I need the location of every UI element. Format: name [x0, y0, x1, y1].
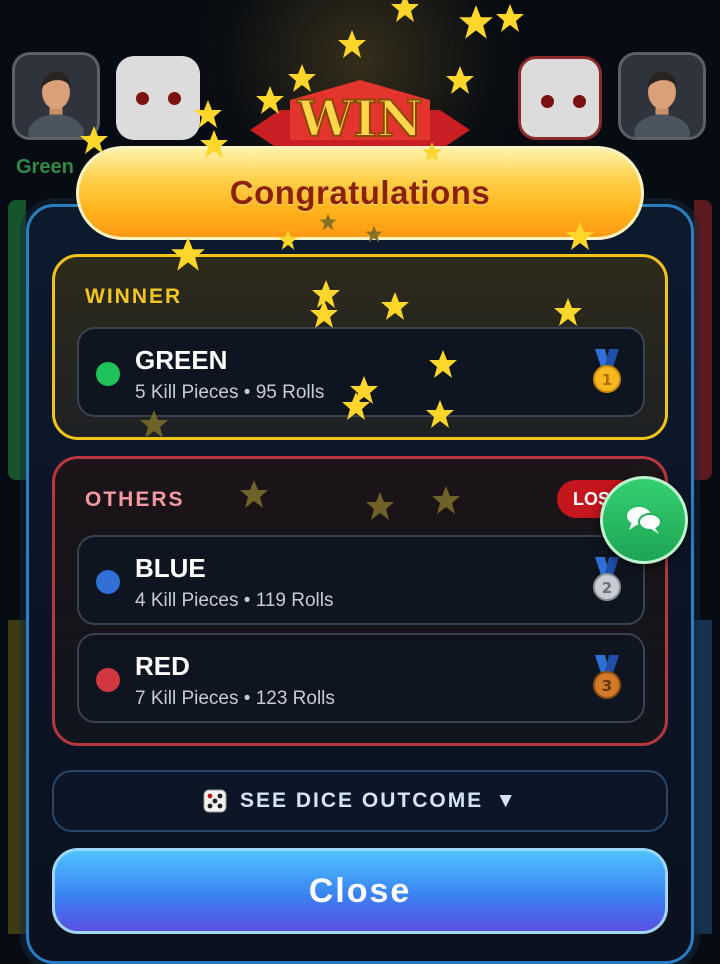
player-name: GREEN	[135, 345, 228, 375]
close-button[interactable]: Close	[52, 848, 668, 934]
chat-icon	[627, 507, 662, 534]
win-text: WIN	[296, 89, 422, 148]
player-color-dot	[96, 570, 120, 594]
winner-card: WINNER GREEN 5 Kill Pieces • 95 Rolls 1	[52, 254, 668, 440]
dice-outcome-label: SEE DICE OUTCOME	[240, 789, 484, 812]
player-stats: 4 Kill Pieces • 119 Rolls	[135, 590, 334, 611]
svg-text:1: 1	[602, 371, 612, 389]
background-player-label: Green	[16, 156, 74, 178]
chat-button[interactable]	[600, 476, 688, 564]
winner-row: GREEN 5 Kill Pieces • 95 Rolls 1	[77, 327, 645, 417]
winner-section-label: WINNER	[85, 285, 183, 308]
player-avatar-left	[12, 52, 100, 140]
dice-right	[518, 56, 602, 140]
gold-medal-icon: 1	[593, 349, 621, 393]
avatar-person-icon	[15, 55, 97, 137]
player-stats: 7 Kill Pieces • 123 Rolls	[135, 688, 335, 709]
see-dice-outcome-button[interactable]: SEE DICE OUTCOME ▼	[52, 770, 668, 832]
player-color-dot	[96, 362, 120, 386]
board-edge-right-lower	[694, 620, 712, 934]
player-color-dot	[96, 668, 120, 692]
board-edge-left	[8, 200, 26, 480]
svg-text:3: 3	[602, 677, 612, 695]
silver-medal-icon: 2	[593, 557, 621, 601]
player-name: BLUE	[135, 553, 206, 583]
avatar-person-icon	[621, 55, 703, 137]
dice-icon	[203, 789, 227, 813]
dice-left	[116, 56, 200, 140]
player-avatar-right	[618, 52, 706, 140]
bronze-medal-icon: 3	[593, 655, 621, 699]
svg-text:2: 2	[602, 579, 612, 597]
player-row-blue: BLUE 4 Kill Pieces • 119 Rolls 2	[77, 535, 645, 625]
modal-title: Congratulations	[229, 174, 491, 211]
others-card: OTHERS LOSE BLUE 4 Kill Pieces • 119 Rol…	[52, 456, 668, 746]
player-name: RED	[135, 651, 190, 681]
player-stats: 5 Kill Pieces • 95 Rolls	[135, 382, 325, 403]
others-section-label: OTHERS	[85, 488, 185, 511]
congratulations-header: Congratulations	[76, 146, 644, 240]
win-banner-icon: WIN	[250, 80, 470, 150]
board-edge-left-lower	[8, 620, 26, 934]
player-row-red: RED 7 Kill Pieces • 123 Rolls 3	[77, 633, 645, 723]
chevron-down-icon: ▼	[495, 789, 518, 812]
board-edge-right	[694, 200, 712, 480]
